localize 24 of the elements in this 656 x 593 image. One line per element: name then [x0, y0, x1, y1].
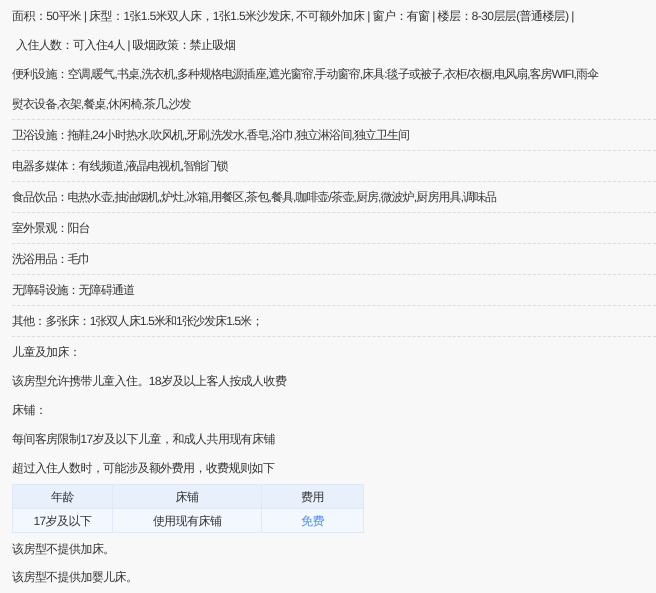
table-cell: 免费	[262, 508, 364, 532]
facility-text: 电器多媒体：有线频道,液晶电视机,智能门锁	[12, 159, 228, 173]
column-header: 床铺	[112, 484, 262, 508]
facility-text: 食品饮品：电热水壶,抽油烟机,炉灶,冰箱,用餐区,茶包,餐具,咖啡壶/茶壶,厨房,微波炉,厨房用具,调味品	[12, 190, 496, 204]
info-text: 入住人数：可入住4人 | 吸烟政策：禁止吸烟	[16, 38, 236, 52]
facility-text: 无障碍设施：无障碍通道	[12, 283, 134, 297]
info-text: 面积：50平米 | 床型：1张1.5米双人床，1张1.5米沙发床, 不可额外加床 | 窗户：有窗 | 楼层：8-30层层(普通楼层) |	[12, 8, 574, 22]
facility-text: 熨衣设备,衣架,餐桌,休闲椅,茶几,沙发	[12, 97, 191, 111]
note-text: 该房型不提供加婴儿床。	[12, 570, 138, 584]
facility-text: 洗浴用品：毛巾	[12, 252, 90, 266]
policy-text: 每间客房限制17岁及以下儿童，和成人共用现有床铺	[12, 432, 275, 446]
facility-text: 便利设施：空调,暖气,书桌,洗衣机,多种规格电源插座,遮光窗帘,手动窗帘,床具:毯子或被子,衣柜/衣橱,电风扇,客房WIFI,雨伞	[12, 67, 598, 81]
facility-text: 室外景观：阳台	[12, 221, 90, 235]
policy-text: 儿童及加床：	[12, 344, 80, 358]
column-header: 年龄	[12, 484, 112, 508]
policy-text: 床铺：	[12, 402, 46, 416]
facility-text: 卫浴设施：拖鞋,24小时热水,吹风机,牙刷,洗发水,香皂,浴巾,独立淋浴间,独立卫生间	[12, 128, 410, 142]
column-header: 费用	[262, 484, 364, 508]
table-cell: 使用现有床铺	[112, 508, 262, 532]
table-cell: 17岁及以下	[12, 508, 112, 532]
note-text: 该房型不提供加床。	[12, 542, 115, 556]
policy-text: 该房型允许携带儿童入住。18岁及以上客人按成人收费	[12, 374, 286, 388]
facility-text: 其他：多张床：1张双人床1.5米和1张沙发床1.5米；	[12, 314, 262, 328]
policy-text: 超过入住人数时，可能涉及额外费用，收费规则如下	[12, 460, 274, 474]
